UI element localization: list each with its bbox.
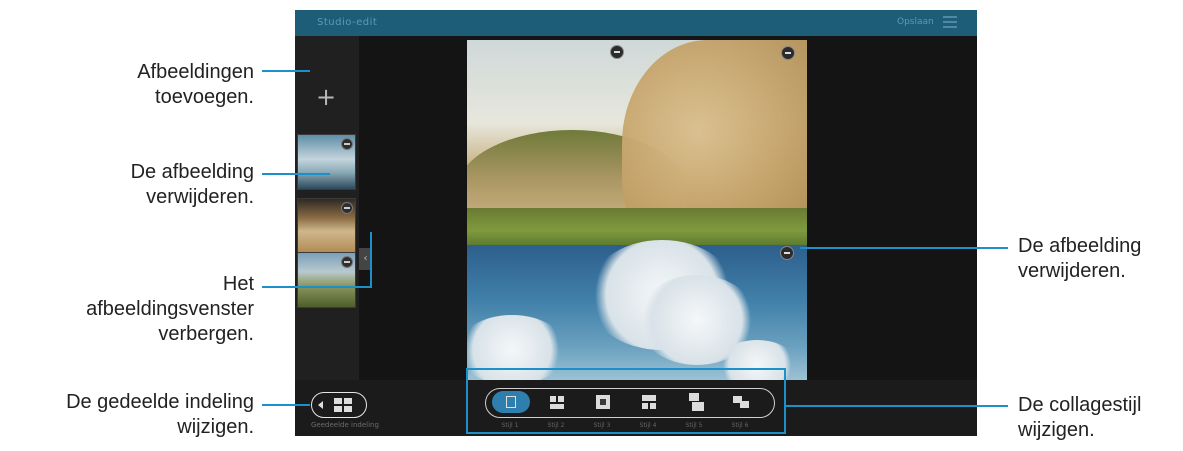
image-thumbnail[interactable] [297,252,356,308]
callout-line: wijzigen. [1018,419,1095,441]
callout-change-split: De gedeelde indeling wijzigen. [0,390,254,440]
callout-leader-add [262,70,310,72]
callout-line: verwijderen. [1018,260,1126,282]
split-layout-button[interactable] [311,392,367,418]
callout-line: De afbeelding [1018,235,1142,257]
callout-leader-hide-vertical [370,232,372,288]
collage-photo-clouds[interactable] [467,240,807,380]
remove-image-icon[interactable] [341,256,353,268]
add-image-button[interactable]: + [315,85,337,109]
callout-leader-remove-right [800,247,1008,249]
callout-leader-collage [785,405,1008,407]
app-title: Studio-edit [317,17,378,28]
callout-line: wijzigen. [177,416,254,438]
top-bar: Studio-edit Opslaan [295,10,977,36]
remove-image-icon[interactable] [610,45,624,59]
callout-hide-panel: Het afbeeldingsvenster verbergen. [40,272,254,347]
save-button[interactable]: Opslaan [897,17,934,27]
callout-highlight-collage [466,368,786,434]
remove-image-icon[interactable] [781,46,795,60]
remove-image-icon[interactable] [780,246,794,260]
image-panel: + ‹ [295,36,372,380]
callout-leader-split [262,404,310,406]
callout-line: afbeeldingsvenster [86,298,254,320]
callout-line: Het [222,273,254,295]
remove-image-icon[interactable] [341,138,353,150]
chevron-left-icon [318,401,323,409]
callout-remove-image-right: De afbeelding verwijderen. [1018,234,1183,284]
split-layout-label: Geedeelde indeling [311,421,379,429]
callout-line: toevoegen. [155,86,254,108]
collage-canvas[interactable] [467,40,807,380]
callout-line: De gedeelde indeling [66,391,254,413]
callout-line: verwijderen. [146,186,254,208]
callout-change-collage: De collagestijl wijzigen. [1018,393,1183,443]
callout-line: verbergen. [158,323,254,345]
callout-remove-image-left: De afbeelding verwijderen. [60,160,254,210]
callout-line: Afbeeldingen [137,61,254,83]
callout-add-images: Afbeeldingen toevoegen. [60,60,254,110]
callout-leader-hide [262,286,372,288]
callout-line: De afbeelding [130,161,254,183]
callout-line: De collagestijl [1018,394,1142,416]
remove-image-icon[interactable] [341,202,353,214]
callout-leader-remove-left [262,173,330,175]
image-thumbnail[interactable] [297,198,356,254]
more-options-icon[interactable] [943,16,961,28]
grid-layout-icon [334,398,352,412]
image-thumbnail[interactable] [297,134,356,190]
